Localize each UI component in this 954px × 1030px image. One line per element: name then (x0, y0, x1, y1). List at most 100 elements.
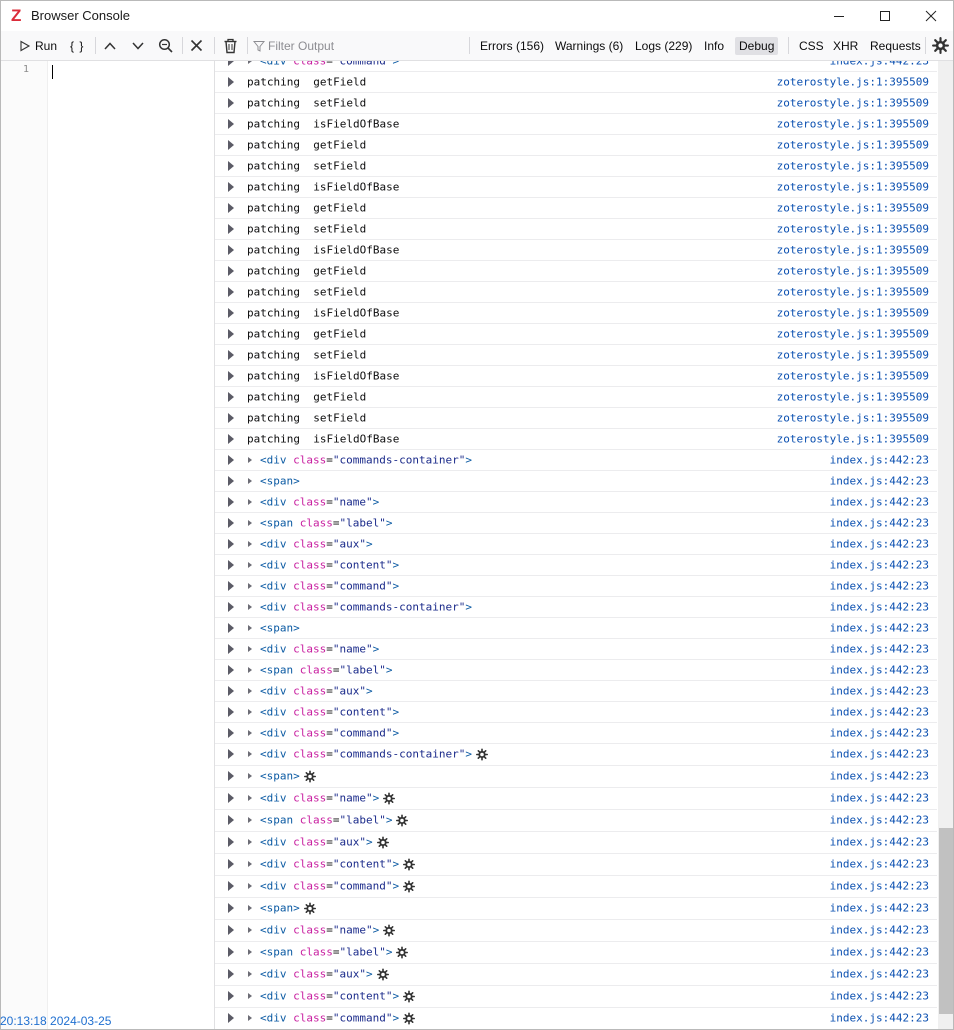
element-node[interactable]: <div class="commands-container"> (260, 748, 488, 761)
console-message[interactable]: patching isFieldOfBase zoterostyle.js:1:3… (215, 428, 937, 450)
filter-errors-button[interactable]: Errors (156) (480, 31, 544, 60)
expand-arrow-icon[interactable] (228, 370, 234, 381)
source-link[interactable]: index.js:442:23 (830, 579, 929, 592)
element-node[interactable]: <div class="aux"> (260, 836, 389, 849)
console-message[interactable]: <div class="content"> index.js:442:23 (215, 701, 937, 723)
element-node[interactable]: <span> (260, 621, 300, 634)
expand-arrow-icon[interactable] (228, 433, 234, 444)
expand-arrow-icon[interactable] (228, 76, 234, 87)
expand-arrow-icon[interactable] (228, 643, 234, 654)
expand-arrow-icon[interactable] (228, 881, 234, 891)
element-node[interactable]: <div class="name"> (260, 792, 396, 805)
expand-arrow-icon[interactable] (228, 685, 234, 696)
source-link[interactable]: index.js:442:23 (830, 684, 929, 697)
node-expand-arrow-icon[interactable] (248, 561, 252, 568)
maximize-button[interactable] (862, 1, 908, 31)
source-link[interactable]: index.js:442:23 (830, 1012, 929, 1025)
console-message[interactable]: <div class="commands-container"> index.js… (215, 596, 937, 618)
element-node[interactable]: <div class="command"> (260, 726, 399, 739)
console-message[interactable]: <div class="aux"> index.js:442:23 (215, 963, 937, 986)
console-message[interactable]: patching setField zoterostyle.js:1:395509 (215, 218, 937, 240)
event-listener-gear-icon[interactable] (373, 836, 389, 849)
console-message[interactable]: <span> index.js:442:23 (215, 617, 937, 639)
expand-arrow-icon[interactable] (228, 349, 234, 360)
source-link[interactable]: index.js:442:23 (830, 516, 929, 529)
element-node[interactable]: <span class="label"> (260, 814, 409, 827)
filter-logs-button[interactable]: Logs (229) (635, 31, 692, 60)
source-link[interactable]: index.js:442:23 (830, 726, 929, 739)
console-message[interactable]: patching setField zoterostyle.js:1:395509 (215, 281, 937, 303)
console-message[interactable]: patching getField zoterostyle.js:1:395509 (215, 260, 937, 282)
source-link[interactable]: index.js:442:23 (830, 946, 929, 959)
filter-requests-button[interactable]: Requests (870, 31, 921, 60)
source-link[interactable]: zoterostyle.js:1:395509 (777, 390, 929, 403)
expand-arrow-icon[interactable] (228, 706, 234, 717)
expand-arrow-icon[interactable] (228, 244, 234, 255)
minimize-button[interactable] (816, 1, 862, 31)
expand-arrow-icon[interactable] (228, 223, 234, 234)
filter-css-button[interactable]: CSS (799, 31, 824, 60)
console-message[interactable]: patching setField zoterostyle.js:1:395509 (215, 344, 937, 366)
element-node[interactable]: <div class="content"> (260, 858, 416, 871)
console-message[interactable]: patching isFieldOfBase zoterostyle.js:1:3… (215, 302, 937, 324)
event-listener-gear-icon[interactable] (472, 748, 488, 761)
console-message[interactable]: <div class="command"> index.js:442:23 (215, 1007, 937, 1029)
expand-arrow-icon[interactable] (228, 265, 234, 276)
expand-arrow-icon[interactable] (228, 307, 234, 318)
console-message[interactable]: <div class="content"> index.js:442:23 (215, 985, 937, 1008)
node-expand-arrow-icon[interactable] (248, 1015, 252, 1021)
event-listener-gear-icon[interactable] (300, 902, 316, 915)
console-message[interactable]: <span class="label"> index.js:442:23 (215, 809, 937, 832)
source-link[interactable]: index.js:442:23 (830, 642, 929, 655)
element-node[interactable]: <div class="commands-container"> (260, 453, 472, 466)
run-button[interactable]: Run (19, 31, 57, 60)
expand-arrow-icon[interactable] (228, 815, 234, 825)
expand-arrow-icon[interactable] (228, 771, 234, 781)
element-node[interactable]: <div class="name"> (260, 924, 396, 937)
element-node[interactable]: <div class="content"> (260, 558, 399, 571)
node-expand-arrow-icon[interactable] (248, 795, 252, 801)
node-expand-arrow-icon[interactable] (248, 687, 252, 694)
expand-arrow-icon[interactable] (228, 749, 234, 759)
node-expand-arrow-icon[interactable] (248, 519, 252, 526)
source-link[interactable]: index.js:442:23 (830, 621, 929, 634)
source-link[interactable]: zoterostyle.js:1:395509 (777, 75, 929, 88)
source-link[interactable]: zoterostyle.js:1:395509 (777, 432, 929, 445)
expand-arrow-icon[interactable] (228, 139, 234, 150)
element-node[interactable]: <div class="aux"> (260, 537, 373, 550)
source-link[interactable]: zoterostyle.js:1:395509 (777, 264, 929, 277)
source-link[interactable]: zoterostyle.js:1:395509 (777, 243, 929, 256)
console-message[interactable]: patching setField zoterostyle.js:1:395509 (215, 155, 937, 177)
element-node[interactable]: <span class="label"> (260, 663, 392, 676)
expand-arrow-icon[interactable] (228, 538, 234, 549)
node-expand-arrow-icon[interactable] (248, 708, 252, 715)
event-listener-gear-icon[interactable] (379, 792, 396, 805)
node-expand-arrow-icon[interactable] (248, 905, 252, 911)
expand-arrow-icon[interactable] (228, 664, 234, 675)
filter-xhr-button[interactable]: XHR (833, 31, 858, 60)
console-message[interactable]: <div class="content"> index.js:442:23 (215, 853, 937, 876)
console-message[interactable]: patching isFieldOfBase zoterostyle.js:1:3… (215, 365, 937, 387)
node-expand-arrow-icon[interactable] (248, 498, 252, 505)
console-message[interactable]: patching isFieldOfBase zoterostyle.js:1:3… (215, 113, 937, 135)
element-node[interactable]: <span class="label"> (260, 516, 392, 529)
console-message[interactable]: <div class="name"> index.js:442:23 (215, 919, 937, 942)
event-listener-gear-icon[interactable] (300, 770, 316, 783)
event-listener-gear-icon[interactable] (399, 880, 416, 893)
node-expand-arrow-icon[interactable] (248, 949, 252, 955)
node-expand-arrow-icon[interactable] (248, 729, 252, 736)
source-link[interactable]: zoterostyle.js:1:395509 (777, 222, 929, 235)
source-link[interactable]: zoterostyle.js:1:395509 (777, 201, 929, 214)
console-message[interactable]: patching setField zoterostyle.js:1:395509 (215, 407, 937, 429)
element-node[interactable]: <div class="command"> (260, 1012, 416, 1025)
expand-arrow-icon[interactable] (228, 859, 234, 869)
console-message[interactable]: patching isFieldOfBase zoterostyle.js:1:3… (215, 176, 937, 198)
source-link[interactable]: index.js:442:23 (830, 474, 929, 487)
node-expand-arrow-icon[interactable] (248, 645, 252, 652)
expand-arrow-icon[interactable] (228, 837, 234, 847)
console-message[interactable]: <div class="command"> index.js:442:23 (215, 722, 937, 744)
expand-arrow-icon[interactable] (228, 286, 234, 297)
console-message[interactable]: patching getField zoterostyle.js:1:395509 (215, 71, 937, 93)
source-link[interactable]: zoterostyle.js:1:395509 (777, 306, 929, 319)
console-message[interactable]: <div class="content"> index.js:442:23 (215, 554, 937, 576)
